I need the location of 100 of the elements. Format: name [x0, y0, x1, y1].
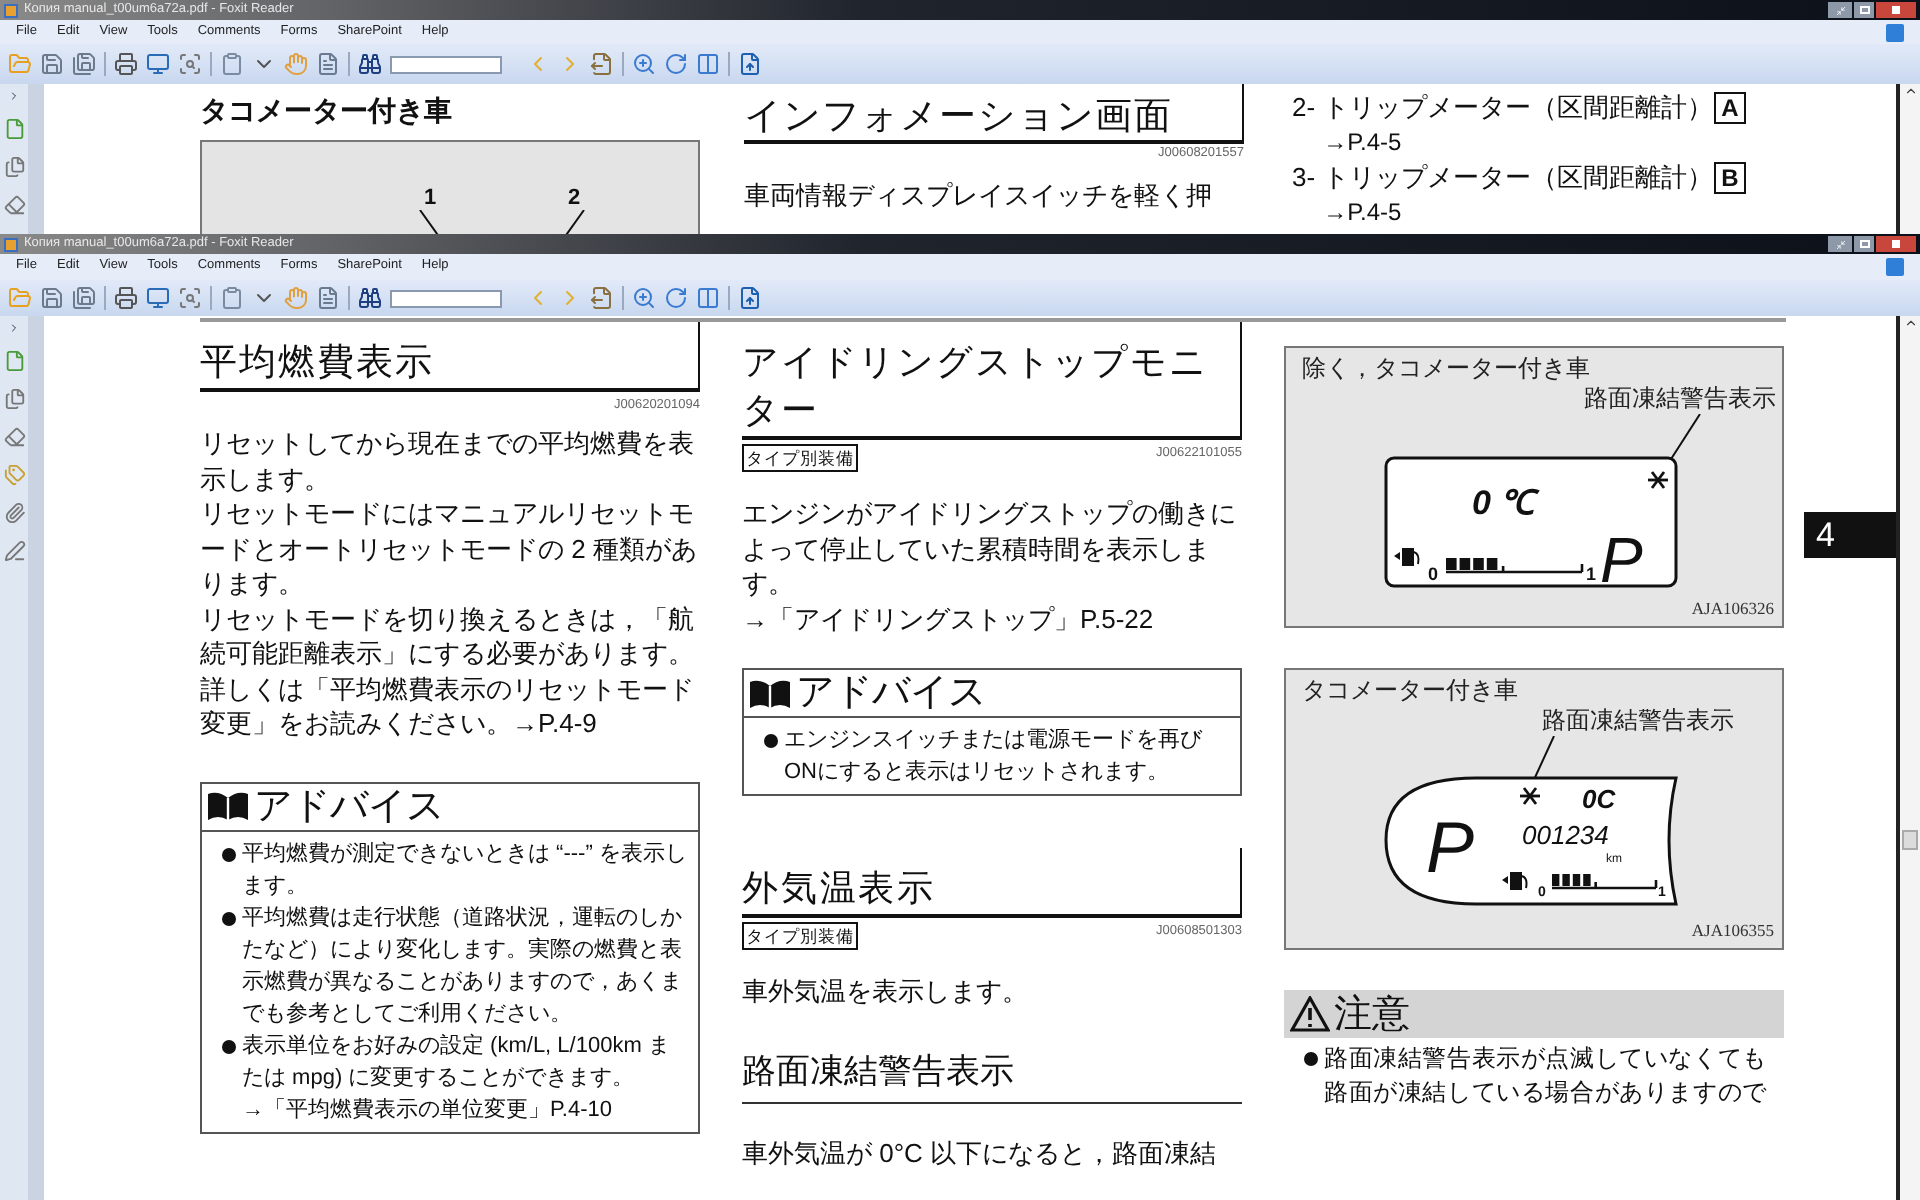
paperclip-icon[interactable] [3, 502, 25, 524]
callout-number: 1 [423, 186, 437, 210]
pen-icon[interactable] [3, 540, 25, 562]
folder-icon[interactable] [8, 52, 32, 76]
scan-icon[interactable] [178, 286, 202, 310]
open-book-icon [748, 677, 792, 709]
eraser-icon[interactable] [3, 194, 25, 216]
maximize-icon [1859, 6, 1869, 14]
export-icon[interactable] [590, 286, 614, 310]
print-icon[interactable] [114, 52, 138, 76]
gauge-label: 1 [1586, 564, 1597, 584]
leader-line [418, 210, 442, 234]
gear-indicator: P [1426, 806, 1475, 888]
pages-icon[interactable] [3, 156, 25, 178]
list-number: 3- [1292, 160, 1316, 196]
print-icon[interactable] [114, 286, 138, 310]
list-number: 2- [1292, 90, 1316, 126]
body-text: 車外気温が 0°C 以下になると，路面凍結 [742, 1135, 1219, 1170]
fit-width-icon[interactable] [696, 286, 720, 310]
bullet-icon [222, 1039, 236, 1053]
fuel-pump-icon [1502, 872, 1528, 890]
scroll-up-icon[interactable] [1903, 316, 1917, 330]
search-field[interactable] [390, 55, 502, 73]
close-button[interactable] [1876, 2, 1916, 18]
save-icon[interactable] [40, 286, 64, 310]
fit-page-icon[interactable] [632, 52, 656, 76]
advice-title: アドバイス [796, 674, 986, 712]
folder-icon[interactable] [8, 286, 32, 310]
fit-page-icon[interactable] [632, 286, 656, 310]
caution-title: 注意 [1334, 995, 1410, 1033]
temperature-reading: 0C [1582, 784, 1616, 814]
monitor-icon[interactable] [146, 286, 170, 310]
subsection-heading: 路面凍結警告表示 [742, 1045, 1242, 1103]
scrollbar-thumb[interactable] [1902, 830, 1918, 850]
body-text: 車両情報ディスプレイスイッチを軽く押 [744, 178, 1214, 213]
page-reference: →P.4-5 [1323, 196, 1404, 228]
callout-number: 2 [567, 186, 581, 210]
select-text-icon[interactable] [316, 286, 340, 310]
eraser-icon[interactable] [3, 426, 25, 448]
figure-label: 除く，タコメーター付き車 [1300, 354, 1592, 384]
advice-text: エンジンスイッチまたは電源モードを再びONにすると表示はリセットされます。 [784, 726, 1204, 788]
scrollbar[interactable] [1896, 316, 1920, 1200]
bullet-icon [222, 847, 236, 861]
warning-icon [1290, 996, 1330, 1032]
close-button[interactable] [1876, 236, 1916, 252]
body-text: リセットモードにはマニュアルリセットモードとオートリセットモードの 2 種類があります。 [200, 496, 699, 601]
section-heading: 外気温表示 [742, 848, 1242, 918]
save-all-icon[interactable] [72, 286, 96, 310]
list-text: トリップメーター（区間距離計） [1323, 90, 1714, 126]
save-all-icon[interactable] [72, 52, 96, 76]
monitor-icon[interactable] [146, 52, 170, 76]
maximize-button[interactable] [1854, 236, 1874, 252]
search-field[interactable] [390, 289, 502, 307]
hand-icon[interactable] [284, 286, 308, 310]
figure-heading: タコメーター付き車 [200, 92, 454, 128]
search-icon[interactable] [358, 286, 382, 310]
clipboard-icon[interactable] [220, 286, 244, 310]
select-text-icon[interactable] [316, 52, 340, 76]
minimize-icon [1835, 239, 1845, 249]
export-icon[interactable] [590, 52, 614, 76]
callout-label: 路面凍結警告表示 [1584, 384, 1778, 414]
expand-icon[interactable] [8, 90, 20, 102]
section-heading: インフォメーション画面 [744, 84, 1244, 144]
figure-label: タコメーター付き車 [1300, 676, 1520, 706]
advice-text: 平均燃費が測定できないときは “---” を表示します。 [242, 839, 689, 901]
list-text: トリップメーター（区間距離計） [1323, 160, 1714, 196]
page-icon[interactable] [3, 118, 25, 140]
key-label: B [1713, 161, 1747, 193]
clipboard-icon[interactable] [220, 52, 244, 76]
fuel-gauge-bar [1444, 558, 1584, 574]
bullet-icon [764, 734, 778, 748]
scrollbar[interactable] [1896, 84, 1920, 234]
equipment-tag: タイプ別装備 [742, 444, 858, 472]
rotate-icon[interactable] [664, 286, 688, 310]
expand-icon[interactable] [8, 322, 20, 334]
page-icon[interactable] [3, 350, 25, 372]
gear-indicator: P [1600, 524, 1643, 596]
minimize-button[interactable] [1828, 2, 1852, 18]
section-heading: アイドリングストップモニター [742, 322, 1242, 440]
tags-icon[interactable] [3, 464, 25, 486]
advice-title: アドバイス [254, 787, 444, 825]
fit-width-icon[interactable] [696, 52, 720, 76]
pages-icon[interactable] [3, 388, 25, 410]
hand-icon[interactable] [284, 52, 308, 76]
search-icon[interactable] [358, 52, 382, 76]
scan-icon[interactable] [178, 52, 202, 76]
minimize-icon [1835, 5, 1845, 15]
advice-text: 表示単位をお好みの設定 (km/L, L/100km または mpg) に変更することができます。 [242, 1031, 672, 1093]
body-text: エンジンがアイドリングストップの働きによって停止していた累積時間を表示します。 [742, 496, 1238, 601]
caution-text: 路面凍結警告表示が点滅していなくても路面が凍結している場合がありますので [1324, 1042, 1769, 1108]
maximize-button[interactable] [1854, 2, 1874, 18]
figure-code: AJA106326 [1691, 598, 1776, 618]
save-icon[interactable] [40, 52, 64, 76]
minimize-button[interactable] [1828, 236, 1852, 252]
body-text: 車外気温を表示します。 [742, 974, 1030, 1009]
open-book-icon [206, 790, 250, 822]
leader-line [562, 210, 586, 234]
body-text: リセットモードを切り換えるときは，「航続可能距離表示」にする必要があります。詳しくは「平均燃費表示のリセットモード変更」をお読みください。→P.4-9 [200, 601, 696, 741]
scroll-up-icon[interactable] [1903, 84, 1917, 98]
rotate-icon[interactable] [664, 52, 688, 76]
